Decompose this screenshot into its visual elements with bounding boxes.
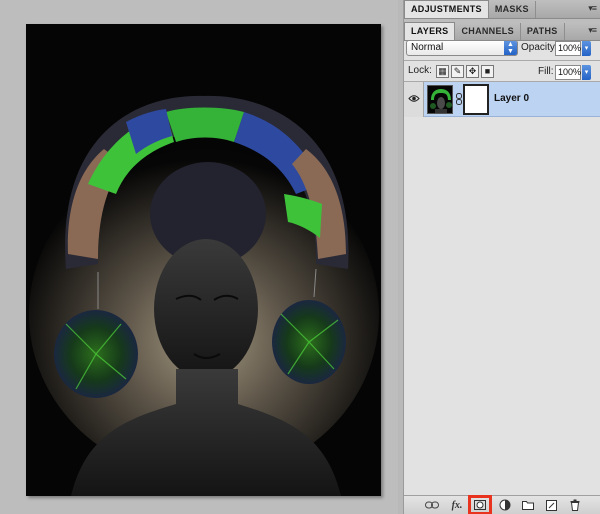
tab-layers[interactable]: LAYERS	[404, 22, 456, 40]
panel-dock: ADJUSTMENTS MASKS ▾≡ LAYERS CHANNELS PAT…	[403, 0, 600, 514]
tab-adjustments[interactable]: ADJUSTMENTS	[404, 0, 489, 18]
layer-row[interactable]: Layer 0	[404, 82, 600, 117]
lock-all-icon[interactable]: ■	[481, 65, 494, 78]
adjustment-layer-icon[interactable]	[497, 498, 513, 512]
panel-menu-icon[interactable]: ▾≡	[588, 3, 597, 14]
lock-image-pixels-icon[interactable]: ✎	[451, 65, 464, 78]
fill-field[interactable]: 100%	[555, 65, 581, 80]
layer-style-fx-icon[interactable]: fx.	[449, 498, 465, 512]
layer-name[interactable]: Layer 0	[494, 93, 529, 104]
fill-label: Fill:	[538, 66, 554, 77]
divider	[404, 60, 600, 61]
visibility-toggle[interactable]	[404, 82, 424, 117]
lock-transparent-pixels-icon[interactable]: ▦	[436, 65, 449, 78]
lock-label: Lock:	[408, 65, 432, 76]
canvas-area[interactable]	[0, 0, 398, 514]
chevron-updown-icon: ▲ ▼	[504, 41, 517, 55]
new-layer-icon[interactable]	[543, 498, 559, 512]
layer-thumbnail[interactable]	[427, 85, 453, 114]
tab-masks[interactable]: MASKS	[489, 1, 536, 18]
portrait-thumbnail-image	[428, 86, 452, 113]
blend-mode-value: Normal	[411, 42, 444, 53]
add-layer-mask-icon[interactable]	[472, 498, 488, 512]
opacity-dropdown-icon[interactable]: ▾	[582, 41, 591, 56]
portrait-image	[26, 24, 381, 496]
eye-icon	[408, 95, 420, 102]
new-group-folder-icon[interactable]	[520, 498, 536, 512]
layers-bottom-toolbar: fx.	[404, 495, 600, 514]
lock-position-icon[interactable]: ✥	[466, 65, 479, 78]
fill-dropdown-icon[interactable]: ▾	[582, 65, 591, 80]
chain-link-icon[interactable]	[456, 93, 462, 105]
layer-mask-thumbnail[interactable]	[463, 84, 489, 115]
trash-icon[interactable]	[567, 498, 583, 512]
tab-paths[interactable]: PATHS	[521, 23, 565, 40]
layers-panel: Normal ▲ ▼ Opacity: 100% ▾ Lock: ▦ ✎ ✥ ■ …	[404, 40, 600, 514]
opacity-field[interactable]: 100%	[555, 41, 581, 56]
opacity-label: Opacity:	[521, 42, 558, 53]
layers-panel-menu-icon[interactable]: ▾≡	[588, 25, 597, 36]
layers-tabbar: LAYERS CHANNELS PATHS ▾≡	[404, 22, 600, 41]
tab-channels[interactable]: CHANNELS	[455, 23, 521, 40]
link-layers-icon[interactable]	[424, 498, 440, 512]
blend-mode-select[interactable]: Normal ▲ ▼	[406, 40, 518, 56]
adjustments-tabbar: ADJUSTMENTS MASKS ▾≡	[404, 0, 600, 19]
document-image[interactable]	[26, 24, 381, 496]
